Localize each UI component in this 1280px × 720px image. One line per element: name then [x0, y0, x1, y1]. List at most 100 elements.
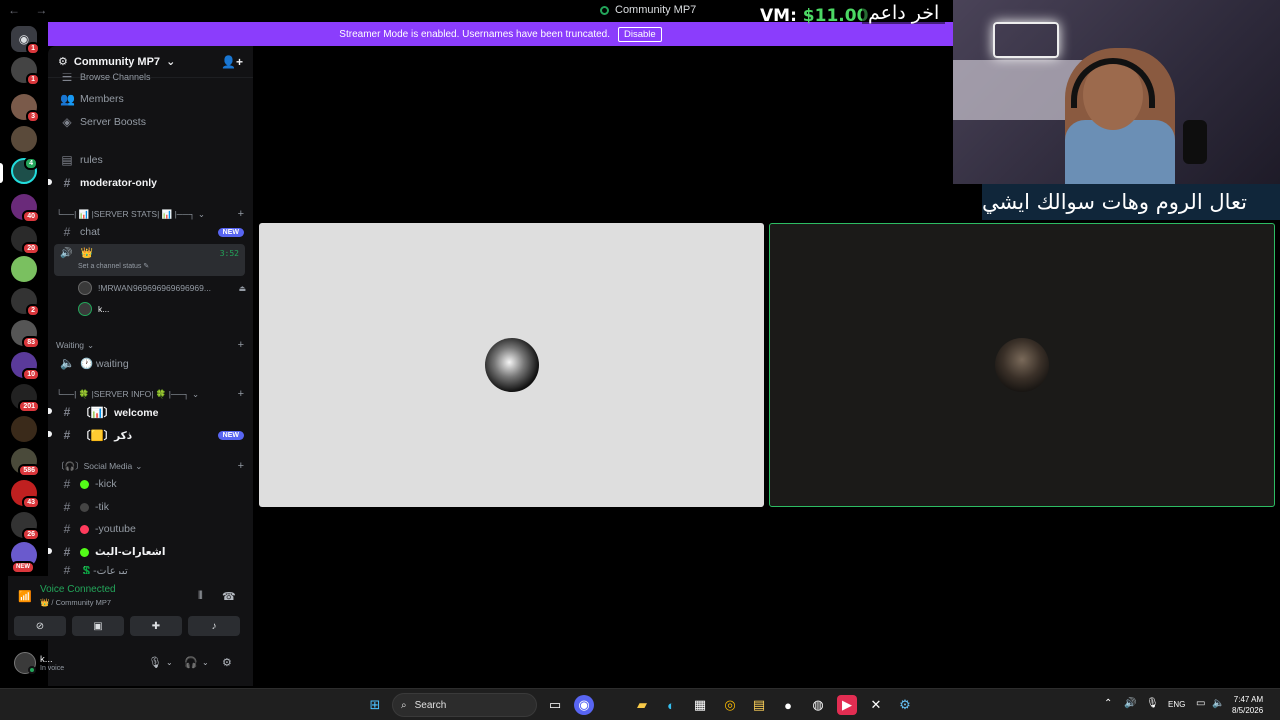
start-icon[interactable]: ⊞: [365, 695, 385, 715]
server-icon[interactable]: 1: [11, 57, 40, 86]
badge: 586: [18, 464, 40, 477]
chevron-down-icon[interactable]: ⌄: [202, 658, 209, 667]
username[interactable]: k...: [40, 654, 53, 665]
user-panel: k... In voice 🎙 ⌄ 🎧 ⌄ ⚙: [8, 648, 248, 682]
channel-welcome[interactable]: # 〔📊〕welcome: [56, 402, 244, 422]
app-icon[interactable]: ✕: [866, 695, 886, 715]
badge: 83: [22, 336, 40, 349]
voice-user[interactable]: !MRWAN969696969696969... ⏏: [78, 279, 246, 297]
noise-suppression-icon[interactable]: ⦀: [198, 590, 203, 603]
add-channel-icon[interactable]: +: [238, 460, 244, 472]
notepad-icon[interactable]: ▤: [749, 695, 769, 715]
server-icon-active[interactable]: 4: [11, 157, 38, 184]
server-icon[interactable]: 10: [11, 352, 40, 381]
add-channel-icon[interactable]: +: [238, 208, 244, 220]
channel-stream-notifications[interactable]: # اشعارات-البث: [56, 542, 244, 562]
server-icon[interactable]: 201: [11, 384, 40, 413]
server-icon[interactable]: 43: [11, 480, 40, 509]
file-explorer-icon[interactable]: ▰: [632, 695, 652, 715]
discord-taskbar-icon[interactable]: ◉: [574, 695, 594, 715]
signal-icon[interactable]: 📶: [18, 590, 32, 603]
server-icon[interactable]: NEW: [11, 542, 37, 574]
server-icon[interactable]: [11, 256, 37, 282]
channel-thikr[interactable]: # 〔🟨〕ذكر NEW: [56, 425, 244, 445]
channel-label: 〔📊〕welcome: [80, 406, 159, 419]
server-icon[interactable]: 40: [11, 194, 40, 223]
channel-rules[interactable]: ▤ rules: [56, 150, 244, 170]
voice-user[interactable]: k...: [78, 300, 246, 318]
channel-youtube[interactable]: # -youtube: [56, 519, 244, 539]
webcam-overlay: [953, 0, 1280, 184]
sound-icon[interactable]: 🔈: [1212, 698, 1224, 709]
webcam-shirt: [1065, 120, 1175, 184]
gear-icon[interactable]: ⚙: [222, 656, 232, 669]
add-channel-icon[interactable]: +: [238, 388, 244, 400]
category-label: └──| 🍀 |SERVER INFO| 🍀 |──┐: [56, 388, 190, 399]
discord-home-icon[interactable]: ◉ 1: [11, 26, 40, 55]
channel-donations[interactable]: # 💲-تبرعات: [56, 566, 244, 574]
banner-text: Streamer Mode is enabled. Usernames have…: [339, 28, 611, 40]
nav-arrows[interactable]: ← →: [8, 3, 53, 17]
channel-kick[interactable]: # -kick: [56, 474, 244, 494]
channel-label: rules: [80, 154, 103, 166]
channel-label: اشعارات-البث: [95, 546, 166, 558]
server-icon[interactable]: 83: [11, 320, 40, 349]
category-server-stats[interactable]: └──| 📊 |SERVER STATS| 📊 |──┐ ⌄ +: [56, 208, 244, 220]
category-social-media[interactable]: 〔🎧〕Social Media ⌄ +: [56, 460, 244, 472]
video-tile[interactable]: [259, 223, 764, 507]
voice-channel-path[interactable]: 👑 / Community MP7: [40, 598, 111, 607]
channel-chat[interactable]: # chat NEW: [56, 222, 244, 242]
server-boosts-item[interactable]: ◈ Server Boosts: [56, 112, 244, 132]
boost-icon: ◈: [62, 115, 72, 129]
app-icon[interactable]: ◍: [808, 695, 828, 715]
server-icon[interactable]: [11, 416, 37, 442]
microphone-icon[interactable]: 🎙: [1146, 698, 1159, 709]
activities-button[interactable]: ✚: [130, 616, 182, 636]
task-view-icon[interactable]: ▭: [545, 695, 565, 715]
server-icon[interactable]: 3: [11, 94, 40, 123]
chevron-up-icon[interactable]: ⌃: [1104, 698, 1112, 709]
browse-channels[interactable]: ☰ Browse Channels: [56, 73, 244, 81]
voice-connected-label[interactable]: Voice Connected: [40, 584, 116, 595]
badge: 1: [26, 73, 40, 86]
channel-moderator-only[interactable]: # moderator-only: [56, 173, 244, 193]
voice-channel-active[interactable]: 🔊 👑 3:52 Set a channel status ✎: [54, 244, 245, 276]
headphones-icon[interactable]: 🎧: [184, 656, 198, 669]
channel-label: 〔🟨〕ذكر: [80, 429, 133, 442]
camera-off-button[interactable]: ⊘: [14, 616, 66, 636]
steam-icon[interactable]: ⚙: [895, 695, 915, 715]
chrome-icon[interactable]: ◎: [720, 695, 740, 715]
disable-button[interactable]: Disable: [618, 26, 662, 42]
search-box[interactable]: ⌕ Search: [392, 693, 537, 717]
app-icon[interactable]: ▶: [837, 695, 857, 715]
category-waiting[interactable]: Waiting ⌄ +: [56, 339, 244, 351]
server-icon[interactable]: 20: [11, 226, 40, 255]
badge: 43: [22, 496, 40, 509]
category-server-info[interactable]: └──| 🍀 |SERVER INFO| 🍀 |──┐ ⌄ +: [56, 388, 244, 400]
add-member-icon[interactable]: 👤+: [221, 55, 243, 69]
server-icon[interactable]: [11, 126, 37, 152]
volume-icon[interactable]: 🔊: [1124, 698, 1136, 709]
network-icon[interactable]: ▭: [1196, 698, 1205, 709]
obs-icon[interactable]: ●: [778, 695, 798, 715]
vm-amount: $11.00: [802, 6, 869, 26]
chevron-down-icon[interactable]: ⌄: [166, 658, 173, 667]
clock[interactable]: 7:47 AM 8/5/2026: [1232, 694, 1263, 716]
screen-share-button[interactable]: ▣: [72, 616, 124, 636]
add-channel-icon[interactable]: +: [238, 339, 244, 351]
language-indicator[interactable]: ENG: [1168, 700, 1185, 709]
channel-waiting[interactable]: 🔈 🕐 waiting: [56, 353, 244, 373]
edge-icon[interactable]: ◐: [661, 695, 681, 715]
server-icon[interactable]: 586: [11, 448, 40, 477]
members-item[interactable]: 👥 Members: [56, 89, 244, 109]
microphone-icon[interactable]: 🎙: [148, 656, 162, 669]
store-icon[interactable]: ▦: [690, 695, 710, 715]
disconnect-icon[interactable]: ☎: [222, 590, 236, 603]
server-icon[interactable]: 26: [11, 512, 40, 541]
soundboard-button[interactable]: ♪: [188, 616, 240, 636]
video-tile-speaking[interactable]: [769, 223, 1275, 507]
channel-status[interactable]: Set a channel status ✎: [54, 262, 245, 270]
channel-label: moderator-only: [80, 177, 158, 189]
channel-tik[interactable]: # -tik: [56, 497, 244, 517]
server-icon[interactable]: 2: [11, 288, 40, 317]
